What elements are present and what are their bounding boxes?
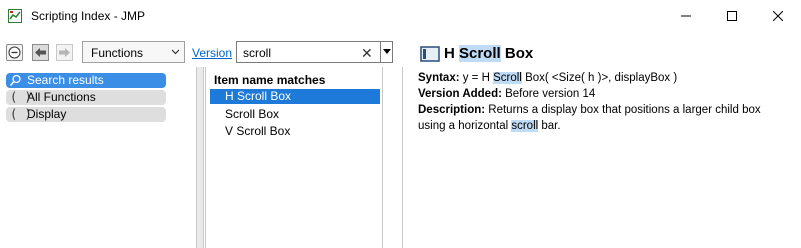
category-list: Search results ( ) All Functions ( ) Dis… — [0, 67, 198, 248]
description-text-suffix: bar. — [538, 120, 561, 132]
category-item-label: Search results — [27, 73, 104, 87]
list-item[interactable]: H Scroll Box — [210, 89, 380, 104]
forward-button[interactable] — [56, 44, 73, 61]
minimize-button[interactable] — [663, 0, 709, 32]
version-added-label: Version Added: — [418, 88, 502, 100]
search-input[interactable]: scroll ✕ — [236, 41, 381, 63]
arrow-right-icon — [59, 48, 70, 57]
search-history-dropdown[interactable] — [380, 41, 393, 63]
detail-title-suffix: Box — [500, 45, 534, 62]
parens-icon: ( ) — [10, 107, 32, 121]
category-item-label: Display — [27, 107, 67, 121]
chevron-down-icon — [171, 49, 180, 55]
list-item[interactable]: V Scroll Box — [210, 124, 380, 139]
item-list-header: Item name matches — [214, 73, 326, 87]
syntax-label: Syntax: — [418, 72, 460, 84]
category-select[interactable]: Functions — [82, 41, 185, 63]
version-added-value: Before version 14 — [501, 88, 596, 100]
parens-icon: ( ) — [10, 90, 32, 104]
description-text: Returns a display box that positions a l… — [485, 104, 761, 116]
minimize-icon — [681, 15, 691, 17]
category-item-label: All Functions — [27, 90, 96, 104]
close-button[interactable] — [755, 0, 801, 32]
panel-splitter[interactable] — [196, 67, 204, 248]
category-select-value: Functions — [91, 46, 144, 60]
description-highlight: scroll — [511, 120, 539, 132]
description-text-prefix: using a horizontal — [418, 120, 512, 132]
title-bar: Scripting Index - JMP — [0, 0, 801, 32]
detail-title-highlight: Scroll — [459, 45, 501, 62]
back-button[interactable] — [32, 44, 49, 61]
detail-panel: H Scroll Box Syntax: y = H Scroll Box( <… — [404, 37, 801, 248]
maximize-button[interactable] — [709, 0, 755, 32]
category-item-display[interactable]: ( ) Display — [6, 107, 166, 122]
minus-circle-icon — [8, 46, 21, 59]
list-item[interactable]: Scroll Box — [210, 107, 380, 122]
description-label: Description: — [418, 104, 486, 116]
jmp-app-icon — [8, 9, 22, 23]
version-link[interactable]: Version — [192, 46, 232, 60]
detail-title-prefix: H — [444, 45, 459, 62]
maximize-icon — [727, 11, 737, 21]
caret-down-icon — [382, 49, 391, 54]
version-line: Version Added: Before version 14 — [418, 88, 595, 100]
clear-search-icon[interactable]: ✕ — [361, 45, 373, 62]
category-item-search-results[interactable]: Search results — [6, 73, 166, 88]
arrow-left-icon — [35, 48, 46, 57]
search-input-value: scroll — [243, 46, 272, 60]
syntax-line: Syntax: y = H Scroll Box( <Size( h )>, d… — [418, 72, 677, 84]
category-item-all-functions[interactable]: ( ) All Functions — [6, 90, 166, 105]
description-line: Description: Returns a display box that … — [418, 104, 761, 116]
panel-splitter[interactable] — [383, 67, 403, 248]
window-title: Scripting Index - JMP — [31, 9, 146, 23]
search-results-icon — [9, 74, 21, 87]
item-list: Item name matches H Scroll Box Scroll Bo… — [205, 67, 383, 248]
syntax-highlight: Scroll — [493, 72, 522, 84]
hscroll-box-icon — [420, 45, 440, 62]
collapse-button[interactable] — [6, 44, 23, 61]
syntax-suffix: Box( <Size( h )>, displayBox ) — [521, 72, 678, 84]
syntax-prefix: y = H — [459, 72, 494, 84]
close-icon — [773, 11, 783, 21]
description-line-2: using a horizontal scroll bar. — [418, 120, 561, 132]
detail-title: H Scroll Box — [420, 45, 533, 62]
